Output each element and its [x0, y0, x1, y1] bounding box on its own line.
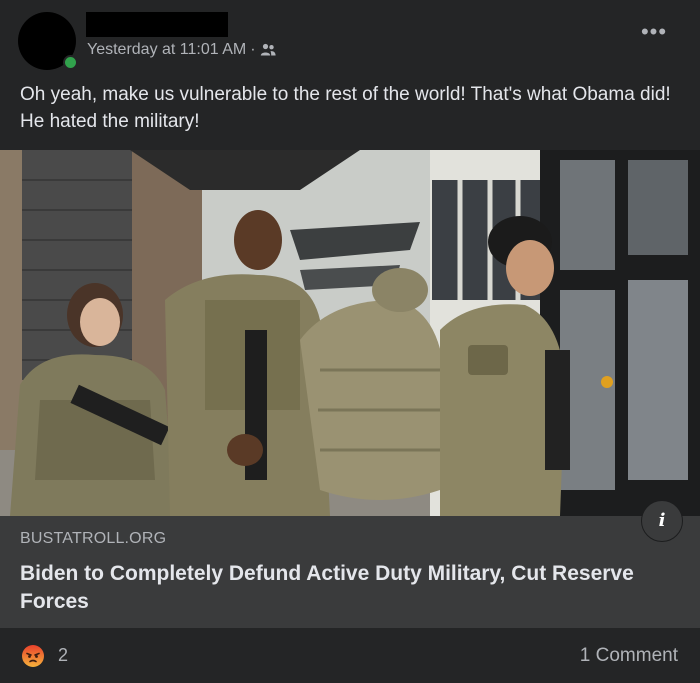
redacted-author-name[interactable]	[86, 12, 228, 37]
info-icon[interactable]: i	[641, 500, 683, 542]
comment-count[interactable]: 1 Comment	[580, 645, 678, 667]
link-headline[interactable]: Biden to Completely Defund Active Duty M…	[20, 560, 660, 616]
friends-icon[interactable]	[260, 43, 276, 57]
post-text: Oh yeah, make us vulnerable to the rest …	[20, 84, 671, 132]
more-options-button[interactable]: •••	[636, 21, 672, 52]
online-status-dot	[63, 55, 78, 70]
link-preview-image[interactable]	[0, 150, 700, 516]
post-meta: Yesterday at 11:01 AM ·	[87, 41, 276, 59]
angry-reaction-icon[interactable]	[21, 644, 45, 668]
meta-separator: ·	[250, 41, 256, 58]
link-domain: BUSTATROLL.ORG	[20, 530, 167, 547]
post-timestamp[interactable]: Yesterday at 11:01 AM	[87, 41, 246, 59]
reaction-count[interactable]: 2	[58, 645, 68, 666]
facebook-post: Yesterday at 11:01 AM · ••• Oh yeah, mak…	[0, 0, 700, 683]
